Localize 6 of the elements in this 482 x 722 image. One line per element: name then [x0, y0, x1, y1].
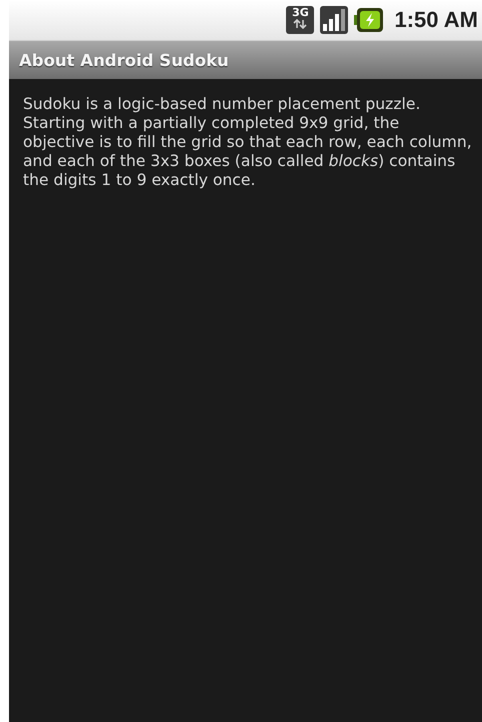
battery-charging-icon [354, 7, 384, 33]
clock-time: 1:50 AM [394, 7, 478, 33]
signal-icon [320, 6, 348, 34]
description-paragraph: Sudoku is a logic-based number placement puzzle. Starting with a partially completed 9x9 grid, the objective is to fill the grid so that each row, each column, and each of the 3x3 boxes (also called blocks) contains the digits 1 to 9 exactly once. [23, 95, 473, 190]
network-type-icon: 3G [286, 6, 314, 34]
window-title: About Android Sudoku [19, 50, 229, 70]
